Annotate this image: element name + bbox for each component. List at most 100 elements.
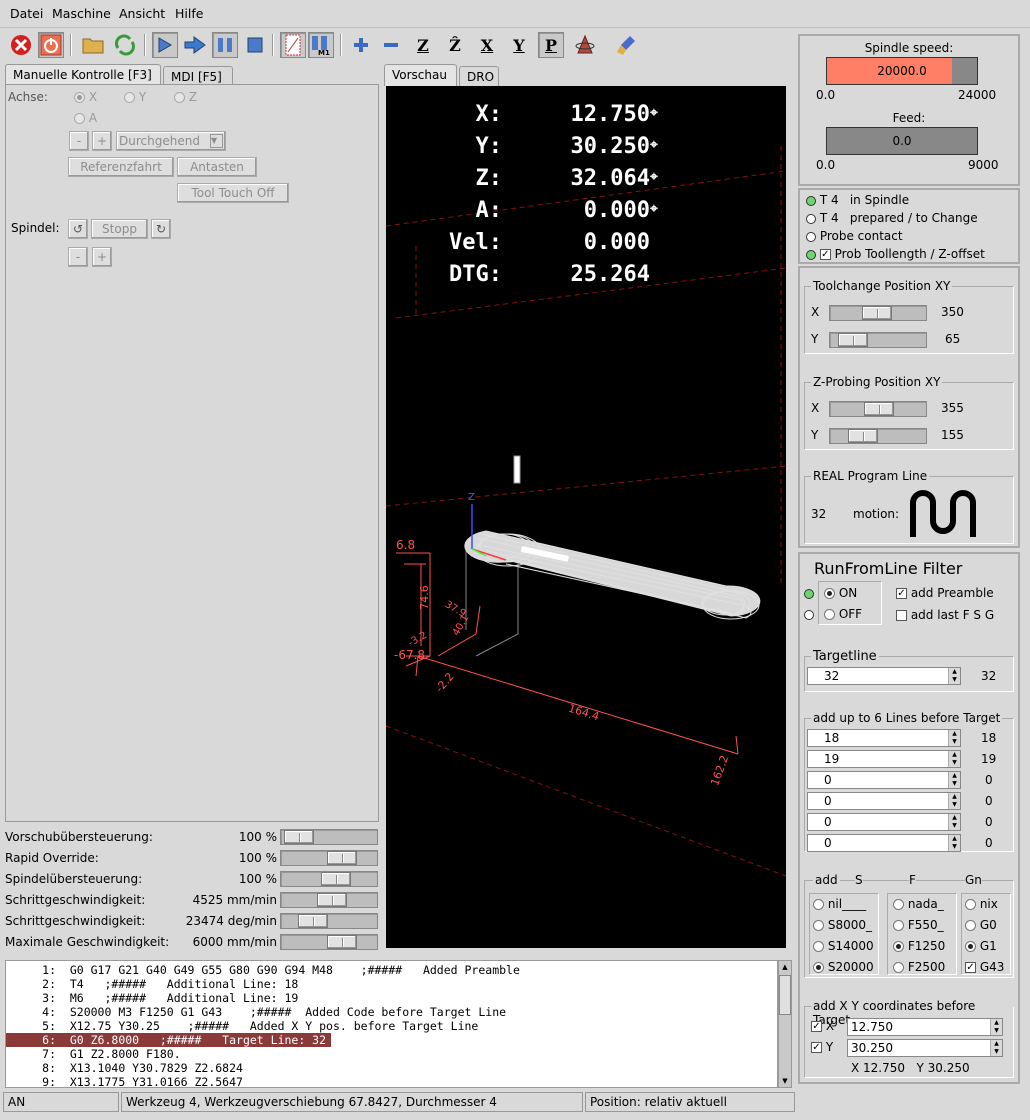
- line-spinbox[interactable]: 0 ▲ ▼: [807, 771, 961, 789]
- tool-touch-off-button[interactable]: Tool Touch Off: [177, 183, 289, 203]
- s-option-radio[interactable]: S8000_: [813, 918, 872, 932]
- menu-maschine[interactable]: Maschine: [52, 6, 111, 21]
- line-spinbox[interactable]: 0 ▲ ▼: [807, 813, 961, 831]
- preview-canvas[interactable]: Z 6.8 74.6 37.9 40.1 -3.2 -67.8 -2.2 164…: [386, 86, 786, 948]
- spindle-cw-icon[interactable]: ↻: [151, 219, 171, 239]
- x-coord-spinbox[interactable]: 12.750 ▲ ▼: [847, 1018, 1003, 1036]
- axis-x-radio[interactable]: X: [74, 90, 97, 104]
- spindle-ccw-icon[interactable]: ↺: [68, 219, 88, 239]
- code-line[interactable]: 3: M6 ;##### Additional Line: 19: [6, 991, 777, 1005]
- block-delete-icon[interactable]: [280, 32, 306, 58]
- jog-plus-button[interactable]: +: [92, 131, 112, 151]
- code-line[interactable]: 1: G0 G17 G21 G40 G49 G55 G80 G90 G94 M4…: [6, 963, 777, 977]
- add-x-checkbox[interactable]: ✓ X: [811, 1019, 834, 1033]
- add-last-fsg-checkbox[interactable]: add last F S G: [896, 608, 994, 622]
- s-option-radio[interactable]: S14000: [813, 939, 874, 953]
- angular-jog-speed-slider[interactable]: [280, 913, 378, 929]
- scrollbar-thumb[interactable]: [779, 975, 791, 1015]
- touch-off-button[interactable]: Antasten: [177, 157, 257, 177]
- zoom-out-icon[interactable]: [378, 32, 404, 58]
- zprobe-y-slider[interactable]: [829, 428, 927, 444]
- max-velocity-slider[interactable]: [280, 934, 378, 950]
- targetline-display: 32: [981, 669, 997, 683]
- spindle-slower-button[interactable]: -: [68, 247, 88, 267]
- code-line-highlighted[interactable]: 6: G0 Z6.8000 ;##### Target Line: 32: [6, 1033, 777, 1047]
- filter-off-radio[interactable]: OFF: [824, 607, 862, 621]
- code-line[interactable]: 2: T4 ;##### Additional Line: 18: [6, 977, 777, 991]
- spindle-override-slider[interactable]: [280, 871, 378, 887]
- s-option-radio[interactable]: S20000: [813, 960, 874, 974]
- code-line[interactable]: 7: G1 Z2.8000 F180.: [6, 1047, 777, 1061]
- reload-icon[interactable]: [112, 32, 138, 58]
- line-spinbox[interactable]: 0 ▲ ▼: [807, 834, 961, 852]
- gcode-view[interactable]: 1: G0 G17 G21 G40 G49 G55 G80 G90 G94 M4…: [5, 960, 778, 1088]
- f-option-radio[interactable]: F550_: [893, 918, 944, 932]
- home-button[interactable]: Referenzfahrt: [68, 157, 174, 177]
- spindle-stop-button[interactable]: Stopp: [91, 219, 148, 239]
- view-p-icon[interactable]: P: [538, 32, 564, 58]
- add-preamble-checkbox[interactable]: ✓ add Preamble: [896, 586, 994, 600]
- view-z-icon[interactable]: Z: [410, 32, 436, 58]
- rotate-view-icon[interactable]: [572, 32, 598, 58]
- f-option-radio[interactable]: nada_: [893, 897, 944, 911]
- g-option-radio[interactable]: G1: [965, 939, 997, 953]
- dro-label: DTG:: [449, 262, 502, 287]
- tab-preview[interactable]: Vorschau: [384, 64, 457, 86]
- scroll-up-icon[interactable]: ▲: [779, 961, 791, 973]
- jog-speed-slider[interactable]: [280, 892, 378, 908]
- menu-hilfe[interactable]: Hilfe: [175, 6, 203, 21]
- view-x-icon[interactable]: X: [474, 32, 500, 58]
- tab-manual-control[interactable]: Manuelle Kontrolle [F3]: [5, 64, 161, 86]
- toolchange-y-slider[interactable]: [829, 332, 927, 348]
- menu-datei[interactable]: Datei: [10, 6, 43, 21]
- code-line[interactable]: 8: X13.1040 Y30.7829 Z2.6824: [6, 1061, 777, 1075]
- estop-icon[interactable]: [8, 32, 34, 58]
- scroll-down-icon[interactable]: ▼: [779, 1075, 791, 1087]
- add-label: add: [813, 873, 840, 887]
- pause-icon[interactable]: [212, 32, 238, 58]
- stop-icon[interactable]: [242, 32, 268, 58]
- code-line[interactable]: 4: S20000 M3 F1250 G1 G43 ;##### Added C…: [6, 1005, 777, 1019]
- code-line[interactable]: 9: X13.1775 Y31.0166 Z2.5647: [6, 1075, 777, 1087]
- spindle-label: Spindel:: [11, 221, 60, 235]
- view-z2-icon[interactable]: Ẑ: [442, 32, 468, 58]
- line-spinbox[interactable]: 18 ▲ ▼: [807, 729, 961, 747]
- tab-dro[interactable]: DRO: [459, 66, 499, 86]
- f-option-radio[interactable]: F1250: [893, 939, 945, 953]
- tab-mdi[interactable]: MDI [F5]: [163, 66, 233, 86]
- menu-ansicht[interactable]: Ansicht: [119, 6, 165, 21]
- view-y-icon[interactable]: Y: [506, 32, 532, 58]
- filter-on-radio[interactable]: ON: [824, 586, 857, 600]
- toolchange-x-slider[interactable]: [829, 305, 927, 321]
- feed-override-slider[interactable]: [280, 829, 378, 845]
- open-folder-icon[interactable]: [80, 32, 106, 58]
- spindle-faster-button[interactable]: +: [92, 247, 112, 267]
- line-spinbox[interactable]: 19 ▲ ▼: [807, 750, 961, 768]
- f-option-radio[interactable]: F2500: [893, 960, 945, 974]
- s-option-radio[interactable]: nil____: [813, 897, 866, 911]
- add-y-checkbox[interactable]: ✓ Y: [811, 1040, 833, 1054]
- power-icon[interactable]: [38, 32, 64, 58]
- g43-checkbox[interactable]: ✓ G43: [965, 960, 1004, 974]
- zprobe-frame: Z-Probing Position XY X 355 Y 155: [804, 375, 1014, 450]
- line-spinbox[interactable]: 0 ▲ ▼: [807, 792, 961, 810]
- optional-stop-icon[interactable]: M1: [308, 32, 334, 58]
- axis-y-radio[interactable]: Y: [124, 90, 146, 104]
- rapid-override-slider[interactable]: [280, 850, 378, 866]
- zprobe-x-slider[interactable]: [829, 401, 927, 417]
- axis-z-radio[interactable]: Z: [174, 90, 197, 104]
- jog-mode-select[interactable]: Durchgehend ▼: [116, 131, 226, 151]
- step-icon[interactable]: [182, 32, 208, 58]
- gcode-scrollbar[interactable]: ▲ ▼: [778, 960, 792, 1088]
- run-icon[interactable]: [152, 32, 178, 58]
- jog-minus-button[interactable]: -: [69, 131, 89, 151]
- g-option-radio[interactable]: nix: [965, 897, 998, 911]
- zoom-in-icon[interactable]: [348, 32, 374, 58]
- code-line[interactable]: 5: X12.75 Y30.25 ;##### Added X Y pos. b…: [6, 1019, 777, 1033]
- tool-status-row[interactable]: ✓ Prob Toollength / Z-offset: [806, 247, 985, 261]
- y-coord-spinbox[interactable]: 30.250 ▲ ▼: [847, 1039, 1003, 1057]
- clear-plot-icon[interactable]: [614, 32, 640, 58]
- targetline-spinbox[interactable]: 32 ▲ ▼: [807, 667, 961, 685]
- g-option-radio[interactable]: G0: [965, 918, 997, 932]
- axis-a-radio[interactable]: A: [74, 111, 97, 125]
